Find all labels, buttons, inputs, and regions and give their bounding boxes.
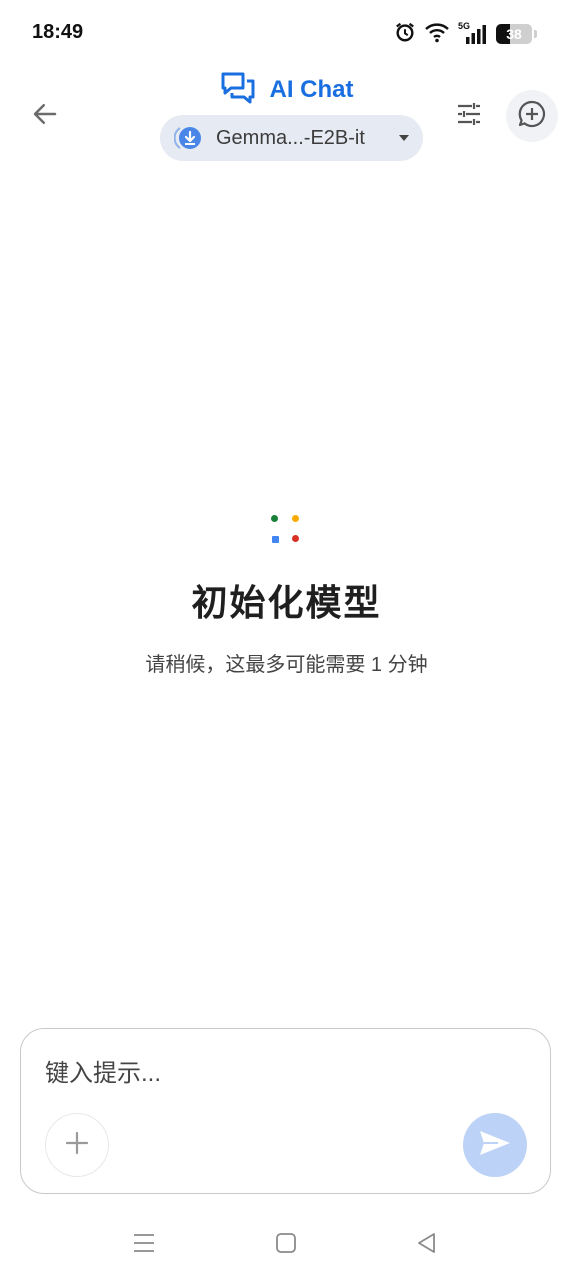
composer: [20, 1028, 551, 1194]
new-chat-button[interactable]: [506, 90, 558, 142]
init-subtitle: 请稍候，这最多可能需要 1 分钟: [145, 654, 428, 676]
app-title: AI Chat: [269, 76, 354, 103]
settings-button[interactable]: [446, 93, 492, 139]
attach-button[interactable]: [45, 1113, 109, 1177]
signal-icon: 5G: [458, 21, 488, 45]
back-triangle-icon: [415, 1231, 439, 1260]
loading-dot: [292, 535, 299, 542]
prompt-input[interactable]: [45, 1057, 445, 1091]
loading-dot: [271, 515, 278, 522]
caret-down-icon: [399, 135, 409, 141]
model-selector[interactable]: Gemma...-E2B-it: [160, 115, 423, 161]
battery-level: 38: [506, 26, 522, 42]
plus-icon: [64, 1130, 90, 1161]
status-bar: 18:49 5G 38: [0, 0, 573, 66]
nav-home-button[interactable]: [264, 1223, 308, 1267]
new-chat-icon: [517, 99, 547, 134]
alarm-icon: [394, 21, 416, 48]
loading-dot: [272, 536, 279, 543]
status-icons: 5G 38: [394, 21, 537, 47]
home-icon: [274, 1231, 298, 1260]
model-name: Gemma...-E2B-it: [216, 126, 365, 149]
tune-icon: [455, 100, 483, 133]
download-icon: [173, 123, 204, 153]
battery-icon: 38: [496, 24, 532, 44]
send-button[interactable]: [463, 1113, 527, 1177]
nav-back-button[interactable]: [405, 1223, 449, 1267]
loading-indicator: [268, 512, 304, 548]
system-nav-bar: [0, 1210, 573, 1280]
send-icon: [478, 1128, 512, 1163]
wifi-icon: [424, 21, 450, 48]
status-time: 18:49: [32, 21, 84, 43]
menu-icon: [132, 1232, 156, 1259]
nav-menu-button[interactable]: [122, 1223, 166, 1267]
init-title: 初始化模型: [191, 582, 382, 623]
chat-bubbles-icon: [220, 71, 256, 110]
loading-dot: [292, 515, 299, 522]
